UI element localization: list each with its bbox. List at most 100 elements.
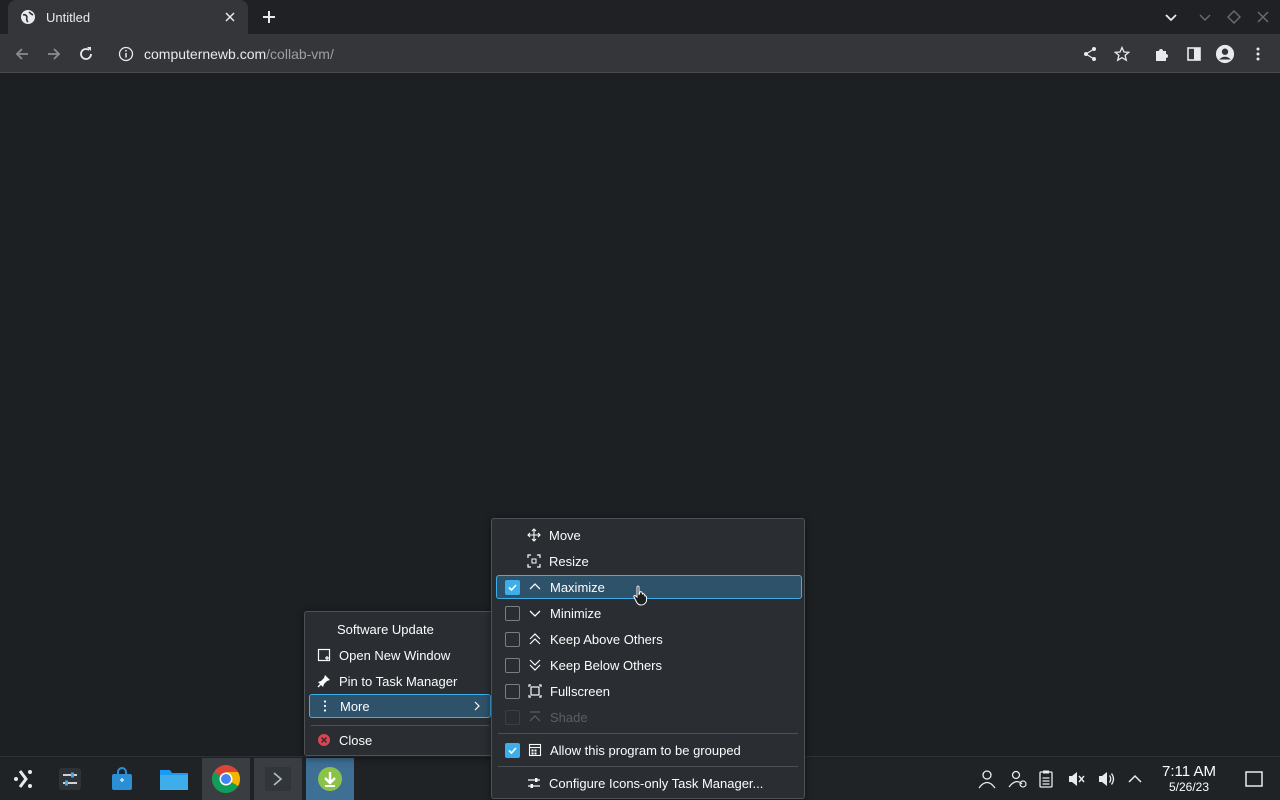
browser-tab[interactable]: Untitled bbox=[8, 0, 248, 34]
back-arrow-icon bbox=[15, 48, 28, 60]
submenu-item-fullscreen[interactable]: Fullscreen bbox=[496, 679, 800, 703]
submenu-item-allow-grouping[interactable]: Allow this program to be grouped bbox=[496, 738, 800, 762]
window-restore-icon[interactable] bbox=[1225, 8, 1243, 26]
new-tab-icon[interactable] bbox=[260, 8, 278, 26]
clock-time: 7:11 AM bbox=[1162, 763, 1216, 780]
shade-icon bbox=[528, 710, 542, 724]
menu-item-close[interactable]: Close bbox=[309, 728, 491, 752]
grouping-icon bbox=[528, 743, 542, 757]
submenu-item-configure[interactable]: Configure Icons-only Task Manager... bbox=[496, 771, 800, 795]
site-info-icon[interactable] bbox=[118, 46, 134, 62]
browser-menu-button[interactable] bbox=[1248, 44, 1268, 64]
globe-icon bbox=[21, 10, 35, 24]
fullscreen-checkbox[interactable] bbox=[505, 683, 520, 699]
extensions-button[interactable] bbox=[1152, 44, 1172, 64]
update-download-icon bbox=[318, 767, 342, 791]
side-panel-button[interactable] bbox=[1184, 44, 1204, 64]
menu-item-label: Keep Above Others bbox=[550, 631, 663, 647]
forward-arrow-icon bbox=[48, 48, 61, 60]
share-button[interactable] bbox=[1080, 44, 1100, 64]
tray-expand-icon[interactable] bbox=[1125, 769, 1145, 789]
menu-item-open-new-window[interactable]: Open New Window bbox=[309, 643, 491, 667]
close-circle-icon bbox=[317, 733, 331, 747]
more-submenu: Move Resize Maximize Minimize Keep Above… bbox=[491, 518, 805, 799]
taskbar-item-system-settings[interactable] bbox=[46, 758, 94, 800]
mouse-cursor-icon bbox=[633, 585, 647, 606]
digital-clock[interactable]: 7:11 AM 5/26/23 bbox=[1150, 763, 1228, 795]
keep-below-icon bbox=[528, 658, 542, 672]
submenu-item-resize[interactable]: Resize bbox=[496, 549, 800, 573]
taskbar-item-software-update[interactable] bbox=[306, 758, 354, 800]
keep-below-checkbox[interactable] bbox=[505, 657, 520, 673]
user-switch-icon[interactable] bbox=[1008, 769, 1028, 789]
volume-icon[interactable] bbox=[1096, 769, 1116, 789]
submenu-item-maximize[interactable]: Maximize bbox=[496, 575, 802, 599]
menu-item-label: Open New Window bbox=[339, 647, 451, 663]
menu-item-label: Software Update bbox=[337, 621, 434, 637]
submenu-item-keep-below[interactable]: Keep Below Others bbox=[496, 653, 800, 677]
submenu-item-keep-above[interactable]: Keep Above Others bbox=[496, 627, 800, 651]
speaker-muted-icon[interactable] bbox=[1066, 769, 1086, 789]
menu-item-label: More bbox=[340, 698, 370, 714]
avatar-icon bbox=[1215, 44, 1235, 64]
taskbar-item-discover[interactable] bbox=[98, 758, 146, 800]
taskbar-item-terminal[interactable] bbox=[254, 758, 302, 800]
reload-icon bbox=[80, 47, 92, 60]
menu-item-label: Pin to Task Manager bbox=[339, 673, 458, 689]
shade-checkbox bbox=[505, 709, 520, 725]
terminal-icon bbox=[265, 767, 291, 791]
submenu-item-shade: Shade bbox=[496, 705, 800, 729]
menu-item-software-update[interactable]: Software Update bbox=[309, 617, 491, 641]
reload-button[interactable] bbox=[76, 44, 96, 64]
back-button[interactable] bbox=[12, 44, 32, 64]
submenu-item-minimize[interactable]: Minimize bbox=[496, 601, 800, 625]
menu-item-label: Close bbox=[339, 732, 373, 748]
window-minimize-icon[interactable] bbox=[1196, 8, 1214, 26]
steamdeck-launcher-icon bbox=[14, 770, 32, 788]
clipboard-icon[interactable] bbox=[1036, 769, 1056, 789]
menu-item-label: Maximize bbox=[550, 579, 605, 595]
move-icon bbox=[527, 528, 541, 542]
share-icon bbox=[1084, 47, 1096, 61]
application-launcher[interactable] bbox=[0, 758, 48, 800]
menu-item-more[interactable]: More bbox=[309, 694, 491, 718]
menu-item-pin-to-task-manager[interactable]: Pin to Task Manager bbox=[309, 669, 491, 693]
more-vertical-icon bbox=[318, 699, 332, 713]
menu-separator bbox=[498, 733, 798, 734]
chrome-icon bbox=[212, 765, 240, 793]
kebab-menu-icon bbox=[1256, 47, 1260, 61]
bookmark-button[interactable] bbox=[1112, 44, 1132, 64]
menu-item-label: Keep Below Others bbox=[550, 657, 663, 673]
window-close-icon[interactable] bbox=[1254, 8, 1272, 26]
url-host: computernewb.com bbox=[144, 45, 267, 62]
keep-above-icon bbox=[528, 632, 542, 646]
maximize-checkbox[interactable] bbox=[505, 579, 520, 595]
taskbar-item-chrome[interactable] bbox=[202, 758, 250, 800]
new-window-icon bbox=[317, 648, 331, 662]
fullscreen-icon bbox=[528, 684, 542, 698]
puzzle-icon bbox=[1156, 49, 1168, 61]
menu-separator bbox=[311, 725, 489, 726]
minimize-icon bbox=[528, 606, 542, 620]
address-bar[interactable]: computernewb.com/collab-vm/ bbox=[108, 38, 1138, 69]
settings-sliders-icon bbox=[59, 768, 81, 790]
taskbar-item-file-manager[interactable] bbox=[150, 758, 198, 800]
forward-button[interactable] bbox=[44, 44, 64, 64]
task-context-menu: Software Update Open New Window Pin to T… bbox=[304, 611, 494, 756]
minimize-checkbox[interactable] bbox=[505, 605, 520, 621]
browser-tab-strip: Untitled bbox=[0, 0, 1280, 34]
close-tab-icon[interactable] bbox=[222, 9, 238, 25]
show-desktop-icon[interactable] bbox=[1244, 769, 1264, 789]
user-icon[interactable] bbox=[977, 769, 997, 789]
menu-item-label: Shade bbox=[550, 709, 588, 725]
keep-above-checkbox[interactable] bbox=[505, 631, 520, 647]
profile-button[interactable] bbox=[1215, 44, 1235, 64]
submenu-item-move[interactable]: Move bbox=[496, 523, 800, 547]
chevron-right-icon bbox=[474, 701, 480, 711]
grouping-checkbox[interactable] bbox=[505, 742, 520, 758]
tab-search-icon[interactable] bbox=[1162, 8, 1180, 26]
maximize-icon bbox=[528, 580, 542, 594]
tab-title: Untitled bbox=[46, 9, 91, 25]
menu-item-label: Configure Icons-only Task Manager... bbox=[549, 775, 764, 791]
menu-item-label: Move bbox=[549, 527, 581, 543]
